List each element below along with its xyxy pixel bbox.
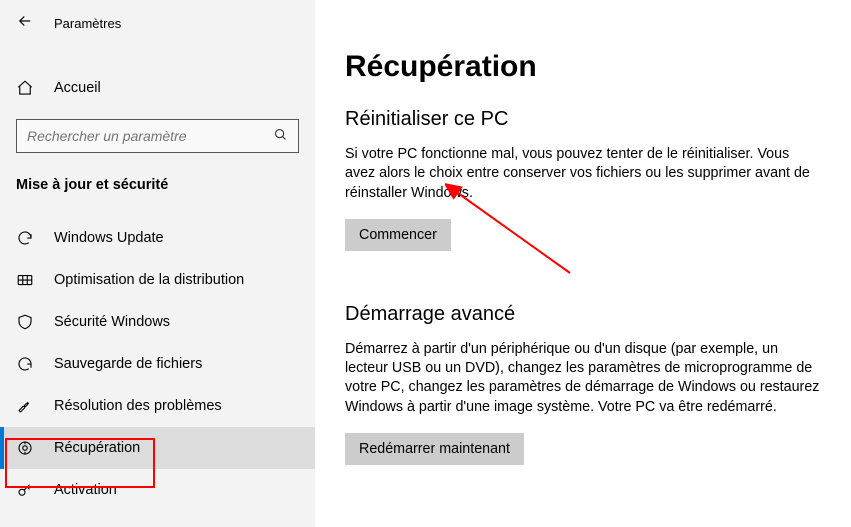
nav-label: Récupération (54, 440, 140, 456)
wrench-icon (16, 397, 34, 415)
shield-icon (16, 313, 34, 331)
sidebar-item-recovery[interactable]: Récupération (0, 427, 315, 469)
recovery-icon (16, 439, 34, 457)
section-text-reset: Si votre PC fonctionne mal, vous pouvez … (345, 145, 821, 203)
reset-pc-button[interactable]: Commencer (345, 219, 451, 251)
search-icon (273, 127, 288, 145)
home-nav-item[interactable]: Accueil (0, 67, 315, 109)
section-heading-advanced-startup: Démarrage avancé (345, 303, 821, 326)
section-heading-reset: Réinitialiser ce PC (345, 108, 821, 131)
backup-icon (16, 355, 34, 373)
sidebar-item-troubleshoot[interactable]: Résolution des problèmes (0, 385, 315, 427)
main-content: Récupération Réinitialiser ce PC Si votr… (315, 0, 851, 527)
restart-now-button[interactable]: Redémarrer maintenant (345, 433, 524, 465)
back-arrow-icon[interactable] (16, 12, 34, 35)
page-title: Récupération (345, 50, 821, 84)
key-icon (16, 481, 34, 499)
nav-label: Résolution des problèmes (54, 398, 222, 414)
sidebar-item-windows-update[interactable]: Windows Update (0, 217, 315, 259)
search-input[interactable] (27, 128, 273, 144)
sidebar: Paramètres Accueil Mise à jour et sécuri… (0, 0, 315, 527)
search-input-container[interactable] (16, 119, 299, 153)
sync-icon (16, 229, 34, 247)
sidebar-item-windows-security[interactable]: Sécurité Windows (0, 301, 315, 343)
nav-label: Sauvegarde de fichiers (54, 356, 202, 372)
home-icon (16, 79, 34, 97)
sidebar-item-backup[interactable]: Sauvegarde de fichiers (0, 343, 315, 385)
optimization-icon (16, 271, 34, 289)
nav-label: Windows Update (54, 230, 164, 246)
nav-label: Sécurité Windows (54, 314, 170, 330)
header-row: Paramètres (0, 8, 315, 43)
sidebar-item-activation[interactable]: Activation (0, 469, 315, 511)
sidebar-item-delivery-optimization[interactable]: Optimisation de la distribution (0, 259, 315, 301)
section-text-advanced-startup: Démarrez à partir d'un périphérique ou d… (345, 340, 821, 417)
nav-label: Optimisation de la distribution (54, 272, 244, 288)
home-label: Accueil (54, 80, 101, 96)
category-title: Mise à jour et sécurité (0, 177, 315, 193)
nav-label: Activation (54, 482, 117, 498)
app-title: Paramètres (54, 16, 121, 31)
